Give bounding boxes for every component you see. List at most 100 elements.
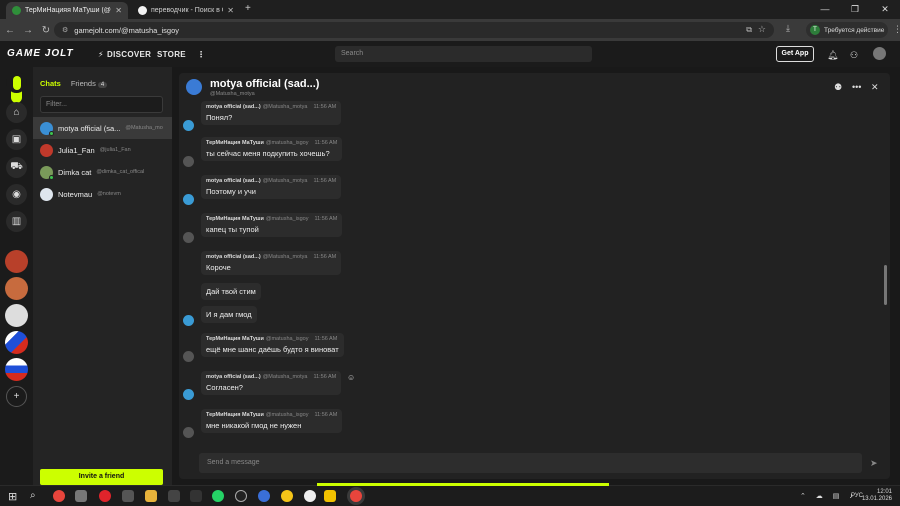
message-avatar[interactable]: [183, 315, 194, 326]
address-bar[interactable]: ⚙ gamejolt.com/@matusha_isgoy ⧉ ☆: [54, 22, 774, 38]
notifications-bell-icon[interactable]: 🔔︎: [827, 50, 838, 61]
back-icon[interactable]: ←: [2, 25, 18, 36]
chat-options-icon[interactable]: •••: [852, 82, 861, 92]
forward-icon[interactable]: →: [20, 25, 36, 36]
online-indicator: [49, 174, 54, 180]
rail-shop-button[interactable]: ⛟: [6, 157, 27, 178]
minimize-button[interactable]: —: [810, 0, 840, 19]
opera-icon[interactable]: [99, 490, 111, 502]
new-tab-button[interactable]: +: [245, 3, 251, 14]
rail-home-button[interactable]: [6, 72, 27, 93]
author-name[interactable]: ТерМиНация МаТуши: [206, 216, 264, 222]
get-app-button[interactable]: Get App: [776, 46, 814, 62]
reload-icon[interactable]: ↻: [38, 25, 54, 36]
message-text: Дай твой стим: [206, 287, 256, 296]
author-name[interactable]: ТерМиНация МаТуши: [206, 140, 264, 146]
chat-title[interactable]: motya official (sad...): [210, 78, 319, 90]
chat-row-julia[interactable]: Julia1_Fan @julia1_Fan: [33, 139, 172, 161]
whatsapp-icon[interactable]: [212, 490, 224, 502]
rail-library-button[interactable]: ▥: [6, 211, 27, 232]
search-input[interactable]: Search: [335, 46, 592, 62]
browser-menu-icon[interactable]: ⋮: [893, 24, 900, 35]
rail-store-button[interactable]: ⌂: [6, 102, 27, 123]
author-handle: @matusha_isgoy: [265, 216, 309, 222]
message-avatar[interactable]: [183, 351, 194, 362]
message-avatar[interactable]: [183, 427, 194, 438]
author-name[interactable]: motya official (sad...): [206, 254, 261, 260]
taskbar-app-icon[interactable]: [258, 490, 270, 502]
chat-window: motya official (sad...) @Matusha_motya ⚉…: [179, 73, 890, 479]
browser-tab-active[interactable]: ТерМиНацияя МаТуши (@mati ✕: [6, 2, 128, 19]
close-chat-icon[interactable]: ✕: [871, 82, 879, 93]
author-name[interactable]: motya official (sad...): [206, 178, 261, 184]
rail-discord-button[interactable]: ◉: [6, 184, 27, 205]
chat-row-motya[interactable]: motya official (sa... @Matusha_mo: [33, 117, 172, 139]
profile-action-pill[interactable]: T Требуется действие: [806, 22, 888, 38]
maximize-button[interactable]: ❐: [840, 0, 870, 19]
chrome-active-icon[interactable]: [350, 490, 362, 502]
chrome-icon[interactable]: [53, 490, 65, 502]
rail-community-1[interactable]: [5, 250, 28, 273]
rail-community-3[interactable]: [5, 304, 28, 327]
friends-count-badge: 4: [97, 82, 108, 88]
message-input[interactable]: Send a message: [199, 453, 862, 473]
taskbar-app-icon[interactable]: [190, 490, 202, 502]
site-info-icon[interactable]: ⚙: [62, 26, 68, 34]
browser-tab-google[interactable]: переводчик - Поиск в Google ✕: [132, 2, 240, 19]
user-avatar[interactable]: [873, 47, 886, 60]
discord-icon: ◉: [12, 189, 21, 200]
message-avatar[interactable]: [183, 389, 194, 400]
clock-date: 13.01.2026: [861, 496, 892, 502]
taskbar-app-icon[interactable]: [75, 490, 87, 502]
rail-community-5[interactable]: [5, 358, 28, 381]
author-name[interactable]: ТерМиНация МаТуши: [206, 412, 264, 418]
taskbar-app-icon[interactable]: [122, 490, 134, 502]
chat-header-avatar[interactable]: [186, 79, 202, 95]
message-avatar[interactable]: [183, 232, 194, 243]
message-avatar[interactable]: [183, 194, 194, 205]
tab-chats[interactable]: Chats: [40, 79, 61, 88]
friends-icon[interactable]: ⚇: [850, 50, 858, 61]
send-icon[interactable]: ➤: [870, 458, 878, 469]
add-member-icon[interactable]: ⚉: [834, 82, 842, 93]
author-name[interactable]: motya official (sad...): [206, 374, 261, 380]
windows-start-icon[interactable]: ⊞: [8, 490, 17, 503]
message-avatar[interactable]: [183, 120, 194, 131]
message-react-icon[interactable]: ☺: [347, 373, 355, 382]
messages-scrollbar[interactable]: [884, 265, 887, 305]
taskbar-app-icon[interactable]: [235, 490, 247, 502]
taskbar-app-icon[interactable]: [168, 490, 180, 502]
taskbar-app-icon[interactable]: [281, 490, 293, 502]
chat-row-dimka[interactable]: Dimka cat @dimka_cat_offical: [33, 161, 172, 183]
download-icon[interactable]: ⤓: [786, 23, 790, 34]
file-explorer-icon[interactable]: [145, 490, 157, 502]
message-text: ты сейчас меня подкупить хочешь?: [206, 149, 330, 158]
search-icon[interactable]: ⌕: [30, 490, 36, 501]
clock[interactable]: 12:01 13.01.2026: [862, 489, 892, 503]
rail-community-2[interactable]: [5, 277, 28, 300]
rail-community-4[interactable]: [5, 331, 28, 354]
gamejolt-logo[interactable]: GAME JOLT: [7, 48, 74, 59]
chat-row-notevmau[interactable]: Notevmau @notevm: [33, 183, 172, 205]
install-app-icon[interactable]: ⧉: [746, 25, 752, 35]
author-name[interactable]: ТерМиНация МаТуши: [206, 336, 264, 342]
rail-inventory-button[interactable]: ▣: [6, 129, 27, 150]
rail-add-community-button[interactable]: +: [6, 386, 27, 407]
message-avatar[interactable]: [183, 156, 194, 167]
nav-store[interactable]: STORE: [157, 50, 186, 59]
close-window-button[interactable]: ✕: [870, 0, 900, 19]
nav-discover[interactable]: DISCOVER: [107, 50, 151, 59]
tab-friends[interactable]: Friends 4: [71, 79, 108, 88]
taskbar-app-icon[interactable]: [304, 490, 316, 502]
bookmark-star-icon[interactable]: ☆: [758, 24, 766, 35]
close-tab-icon[interactable]: ✕: [115, 6, 122, 15]
filter-input[interactable]: Filter...: [40, 96, 163, 113]
message-text: Поэтому и учи: [206, 187, 256, 196]
close-tab-icon[interactable]: ✕: [227, 6, 234, 15]
author-name[interactable]: motya official (sad...): [206, 104, 261, 110]
more-menu-icon[interactable]: ⋮: [197, 50, 205, 59]
system-tray-icons[interactable]: ⌃ ☁ ▤ ♪: [800, 492, 857, 500]
taskbar-app-icon[interactable]: [324, 490, 336, 502]
invite-friend-button[interactable]: Invite a friend: [40, 469, 163, 485]
chat-tabs: Chats Friends 4: [40, 79, 108, 88]
